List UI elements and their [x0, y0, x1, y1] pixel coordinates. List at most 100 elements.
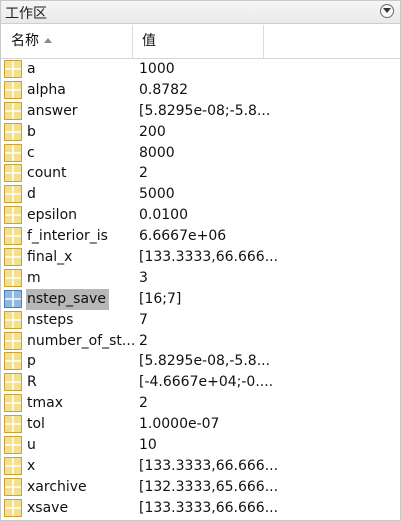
variable-name: f_interior_is: [27, 228, 108, 245]
panel-titlebar: 工作区: [1, 1, 400, 24]
variable-value: 2: [139, 332, 148, 349]
column-header-name[interactable]: 名称: [1, 25, 133, 58]
variable-name: d: [27, 186, 36, 203]
matrix-variable-icon: [4, 394, 22, 413]
variable-row[interactable]: R [-4.6667e+04;-0....: [1, 372, 400, 393]
variable-row[interactable]: final_x [133.3333,66.666...: [1, 247, 400, 268]
variable-row[interactable]: answer [5.8295e-08;-5.8...: [1, 101, 400, 122]
matrix-variable-icon: [4, 268, 22, 287]
variable-row[interactable]: xsave [133.3333,66.666...: [1, 498, 400, 519]
variable-name: c: [27, 144, 35, 161]
variable-value: 1000: [139, 61, 175, 77]
workspace-panel: 工作区 名称 值 a 1000 alpha 0.8782 answer [5.8295e-…: [0, 0, 401, 521]
variable-name: final_x: [27, 249, 73, 266]
variable-row[interactable]: tol 1.0000e-07: [1, 414, 400, 435]
variable-name: u: [27, 437, 36, 454]
matrix-variable-icon: [4, 331, 22, 350]
variable-value: 0.0100: [139, 207, 188, 224]
variable-name: p: [27, 353, 36, 370]
panel-actions-button[interactable]: [380, 4, 394, 18]
column-header-value[interactable]: 值: [133, 25, 264, 58]
variable-row[interactable]: p [5.8295e-08,-5.8...: [1, 351, 400, 372]
variable-value: 7: [139, 311, 148, 328]
variable-value: 2: [139, 395, 148, 412]
variable-name: xsave: [27, 499, 69, 516]
variable-value: 2: [139, 165, 148, 182]
variable-name: R: [27, 374, 37, 391]
variable-value: [132.3333,65.666...: [139, 478, 279, 495]
variable-value: [133.3333,66.666...: [139, 499, 279, 516]
variable-name: a: [27, 61, 36, 77]
variable-row[interactable]: d 5000: [1, 184, 400, 205]
matrix-variable-icon: [4, 373, 22, 392]
matrix-variable-icon: [4, 352, 22, 371]
variable-name: answer: [27, 102, 78, 119]
variable-value: [5.8295e-08,-5.8...: [139, 353, 271, 370]
variable-name: x: [27, 457, 36, 474]
chevron-down-icon: [383, 8, 391, 13]
variable-value: 3: [139, 269, 148, 286]
matrix-variable-icon: [4, 60, 22, 78]
matrix-variable-icon: [4, 80, 22, 99]
variable-value: 0.8782: [139, 81, 188, 98]
matrix-variable-icon: [4, 206, 22, 225]
variable-name: tol: [27, 416, 45, 433]
variable-name: nstep_save: [26, 288, 109, 310]
matrix-variable-icon: [4, 477, 22, 496]
matrix-variable-icon: [4, 436, 22, 455]
matrix-variable-icon: [4, 101, 22, 120]
matrix-variable-icon: [4, 143, 22, 162]
matrix-variable-icon: [4, 456, 22, 475]
variable-row[interactable]: b 200: [1, 122, 400, 143]
variable-row[interactable]: x [133.3333,66.666...: [1, 456, 400, 477]
variable-row[interactable]: a 1000: [1, 59, 400, 80]
matrix-variable-icon: [4, 415, 22, 434]
variable-value: [5.8295e-08;-5.8...: [139, 102, 271, 119]
variable-value: 10: [139, 437, 157, 454]
variable-value: [16;7]: [139, 290, 182, 307]
variable-value: [-4.6667e+04;-0....: [139, 374, 274, 391]
variable-row[interactable]: m3: [1, 268, 400, 289]
column-header-name-label: 名称: [11, 33, 39, 49]
variable-row[interactable]: alpha 0.8782: [1, 80, 400, 101]
matrix-variable-icon: [4, 498, 22, 517]
variable-row[interactable]: epsilon 0.0100: [1, 205, 400, 226]
variable-name: xarchive: [27, 478, 87, 495]
sort-ascending-icon: [44, 38, 52, 43]
variable-row[interactable]: c 8000: [1, 143, 400, 164]
variable-row[interactable]: count 2: [1, 163, 400, 184]
variable-name: count: [27, 165, 67, 182]
variable-name: number_of_st...: [27, 332, 136, 349]
variable-value: [133.3333,66.666...: [139, 249, 279, 266]
variable-row[interactable]: nsteps 7: [1, 310, 400, 331]
variable-name: alpha: [27, 81, 66, 98]
panel-title: 工作区: [5, 6, 47, 22]
variable-value: [133.3333,66.666...: [139, 457, 279, 474]
variable-value: 1.0000e-07: [139, 416, 220, 433]
variable-row[interactable]: f_interior_is 6.6667e+06: [1, 226, 400, 247]
variable-row[interactable]: u 10: [1, 435, 400, 456]
matrix-variable-icon: [4, 248, 22, 267]
matrix-variable-icon: [4, 122, 22, 141]
variable-name: tmax: [27, 395, 63, 412]
column-header-value-label: 值: [142, 33, 156, 49]
variable-value: 8000: [139, 144, 175, 161]
variable-name: m: [27, 269, 41, 286]
variable-row[interactable]: number_of_st... 2: [1, 331, 400, 352]
column-header: 名称 值: [1, 25, 400, 59]
variable-value: 6.6667e+06: [139, 228, 227, 245]
variable-name: epsilon: [27, 207, 78, 224]
variable-value: 5000: [139, 186, 175, 203]
matrix-variable-icon: [4, 185, 22, 204]
variable-row[interactable]: nstep_save [16;7]: [1, 288, 400, 310]
variable-list: a 1000 alpha 0.8782 answer [5.8295e-08;-5.8..…: [1, 59, 400, 519]
variable-row[interactable]: tmax 2: [1, 393, 400, 414]
variable-value: 200: [139, 123, 166, 140]
variable-name: nsteps: [27, 311, 74, 328]
variable-row[interactable]: xarchive [132.3333,65.666...: [1, 477, 400, 498]
matrix-variable-icon: [4, 164, 22, 183]
matrix-variable-icon: [4, 289, 22, 308]
matrix-variable-icon: [4, 227, 22, 246]
variable-name: b: [27, 123, 36, 140]
matrix-variable-icon: [4, 310, 22, 329]
